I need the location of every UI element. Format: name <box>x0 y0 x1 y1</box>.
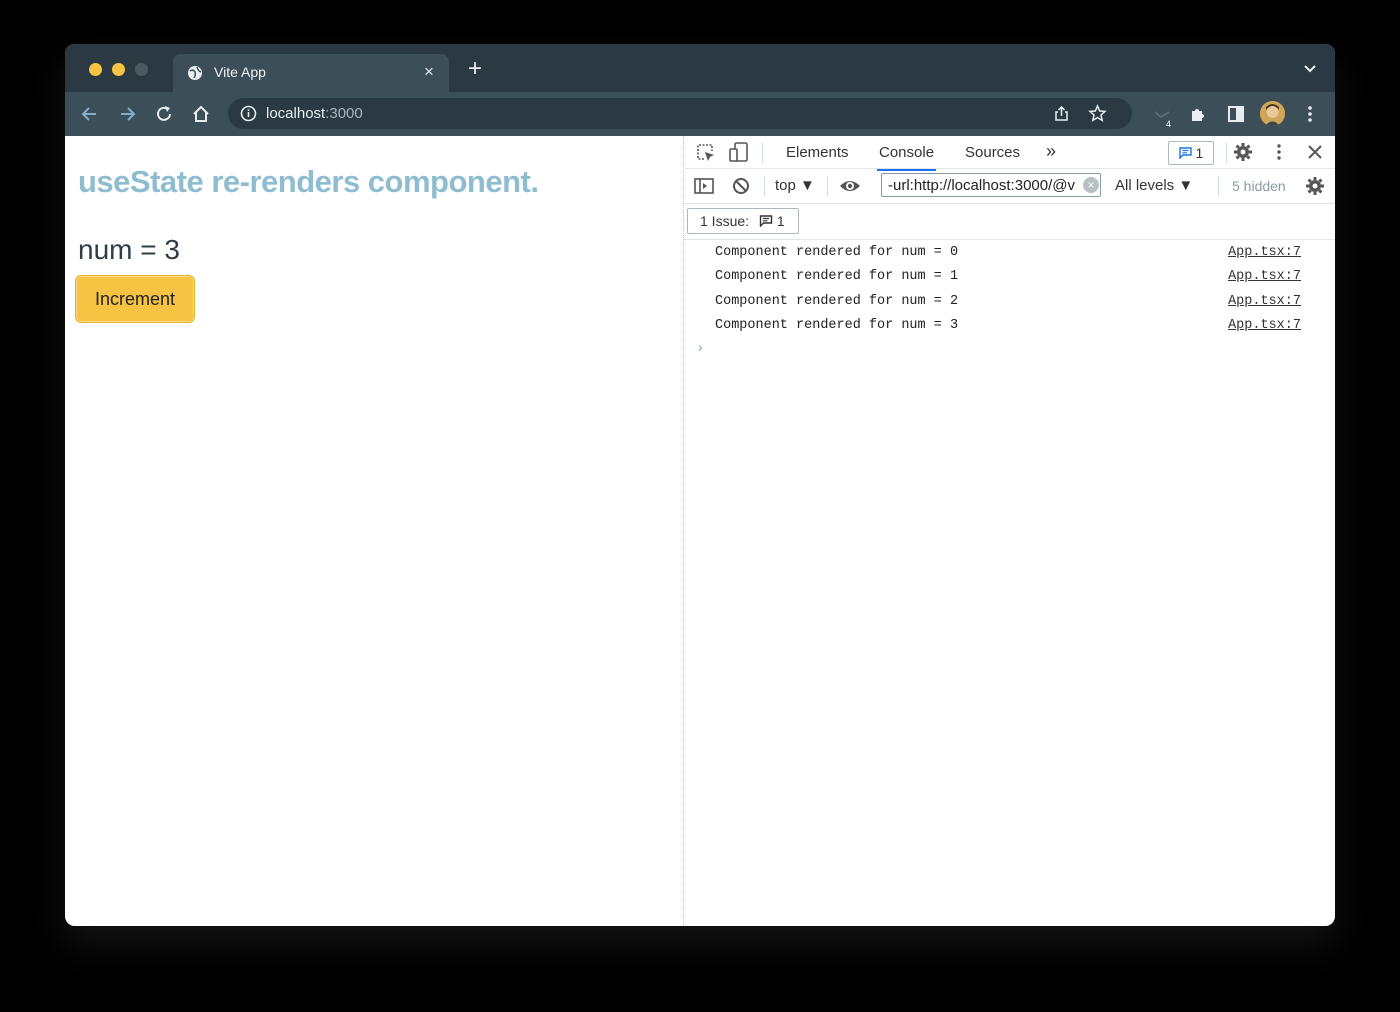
eye-icon[interactable] <box>839 175 861 197</box>
context-select[interactable]: top ▼ <box>775 177 815 194</box>
new-tab-button[interactable]: + <box>464 57 486 81</box>
console-toolbar: top ▼ × All levels ▼ 5 hidden <box>684 169 1335 204</box>
source-link[interactable]: App.tsx:7 <box>1228 294 1301 309</box>
tab-console[interactable]: Console <box>876 144 937 171</box>
sidebar-toggle-icon[interactable] <box>693 175 715 197</box>
menu-icon[interactable] <box>1299 103 1321 125</box>
more-tabs-icon[interactable]: » <box>1046 141 1056 162</box>
gear-icon[interactable] <box>1304 175 1326 197</box>
tab-close-icon[interactable]: × <box>419 62 439 82</box>
issues-button-count: 1 <box>776 213 785 229</box>
issues-counter-value: 1 <box>1195 145 1204 161</box>
window-minimize-button[interactable] <box>112 63 125 76</box>
source-link[interactable]: App.tsx:7 <box>1228 318 1301 333</box>
window-close-button[interactable] <box>89 63 102 76</box>
chevron-down-icon[interactable] <box>1303 64 1317 74</box>
clear-filter-icon[interactable]: × <box>1083 177 1099 193</box>
toolbar-divider <box>764 176 765 196</box>
toolbar-divider <box>827 176 828 196</box>
log-text: Component rendered for num = 1 <box>715 269 959 285</box>
browser-window: Vite App × + localhost:3000 4 useState r… <box>65 44 1335 926</box>
block-icon[interactable] <box>730 175 752 197</box>
console-message: Component rendered for num = 1 App.tsx:7 <box>684 264 1335 288</box>
window-maximize-button[interactable] <box>135 63 148 76</box>
extension-badge: 4 <box>1164 119 1174 129</box>
message-icon <box>1178 147 1192 160</box>
console-messages: Component rendered for num = 0 App.tsx:7… <box>684 240 1335 337</box>
url-text[interactable]: localhost:3000 <box>266 105 363 122</box>
issues-label: 1 Issue: <box>700 213 750 229</box>
reload-icon[interactable] <box>153 103 175 125</box>
inspect-icon[interactable] <box>695 142 717 164</box>
increment-button[interactable]: Increment <box>75 275 195 323</box>
log-text: Component rendered for num = 2 <box>715 293 959 309</box>
avatar[interactable] <box>1260 101 1285 126</box>
console-filter-input[interactable] <box>881 173 1101 197</box>
back-icon[interactable] <box>79 103 101 125</box>
browser-toolbar: localhost:3000 4 <box>65 92 1335 136</box>
info-icon[interactable] <box>240 105 257 122</box>
kebab-icon[interactable] <box>1268 141 1290 163</box>
devtools-panel: Elements Console Sources » 1 top ▼ -url:… <box>683 136 1335 926</box>
issues-bar: 1 Issue: 1 <box>684 203 1335 240</box>
home-icon[interactable] <box>190 103 212 125</box>
share-icon[interactable] <box>1053 105 1070 122</box>
log-text: Component rendered for num = 3 <box>715 317 959 333</box>
source-link[interactable]: App.tsx:7 <box>1228 245 1301 260</box>
message-icon <box>759 215 773 228</box>
issues-counter-button[interactable]: 1 <box>1168 141 1214 165</box>
side-panel-icon[interactable] <box>1225 103 1247 125</box>
log-text: Component rendered for num = 0 <box>715 245 959 260</box>
url-port: :3000 <box>325 105 363 122</box>
tab-elements[interactable]: Elements <box>786 144 849 161</box>
toolbar-divider <box>1218 176 1219 196</box>
console-prompt-icon[interactable]: › <box>696 341 704 357</box>
profile-picture <box>1260 101 1285 126</box>
toolbar-divider <box>1226 143 1227 163</box>
globe-icon <box>188 66 202 80</box>
page-viewport: useState re-renders component. num = 3 I… <box>65 136 683 926</box>
device-icon[interactable] <box>728 141 750 163</box>
toolbar-divider <box>762 143 763 163</box>
close-icon[interactable] <box>1304 141 1326 163</box>
url-host: localhost <box>266 105 326 122</box>
tab-strip: Vite App × + <box>65 44 1335 92</box>
source-link[interactable]: App.tsx:7 <box>1228 269 1301 284</box>
tab-title: Vite App <box>214 64 266 80</box>
star-icon[interactable] <box>1088 104 1107 123</box>
console-message: Component rendered for num = 3 App.tsx:7 <box>684 313 1335 337</box>
address-bar[interactable]: localhost:3000 <box>228 98 1132 129</box>
console-message: Component rendered for num = 2 App.tsx:7 <box>684 289 1335 313</box>
console-message: Component rendered for num = 0 App.tsx:7 <box>684 240 1335 264</box>
browser-tab[interactable]: Vite App × <box>173 54 449 92</box>
num-display: num = 3 <box>78 234 180 265</box>
issues-button[interactable]: 1 Issue: 1 <box>687 208 799 234</box>
log-levels-select[interactable]: All levels ▼ <box>1115 177 1193 194</box>
devtools-tab-bar: Elements Console Sources » 1 <box>684 136 1335 171</box>
forward-icon[interactable] <box>116 103 138 125</box>
hidden-count: 5 hidden <box>1232 178 1286 194</box>
tab-sources[interactable]: Sources <box>965 144 1020 161</box>
gear-icon[interactable] <box>1232 141 1254 163</box>
page-heading: useState re-renders component. <box>78 164 539 199</box>
puzzle-icon[interactable] <box>1187 103 1209 125</box>
